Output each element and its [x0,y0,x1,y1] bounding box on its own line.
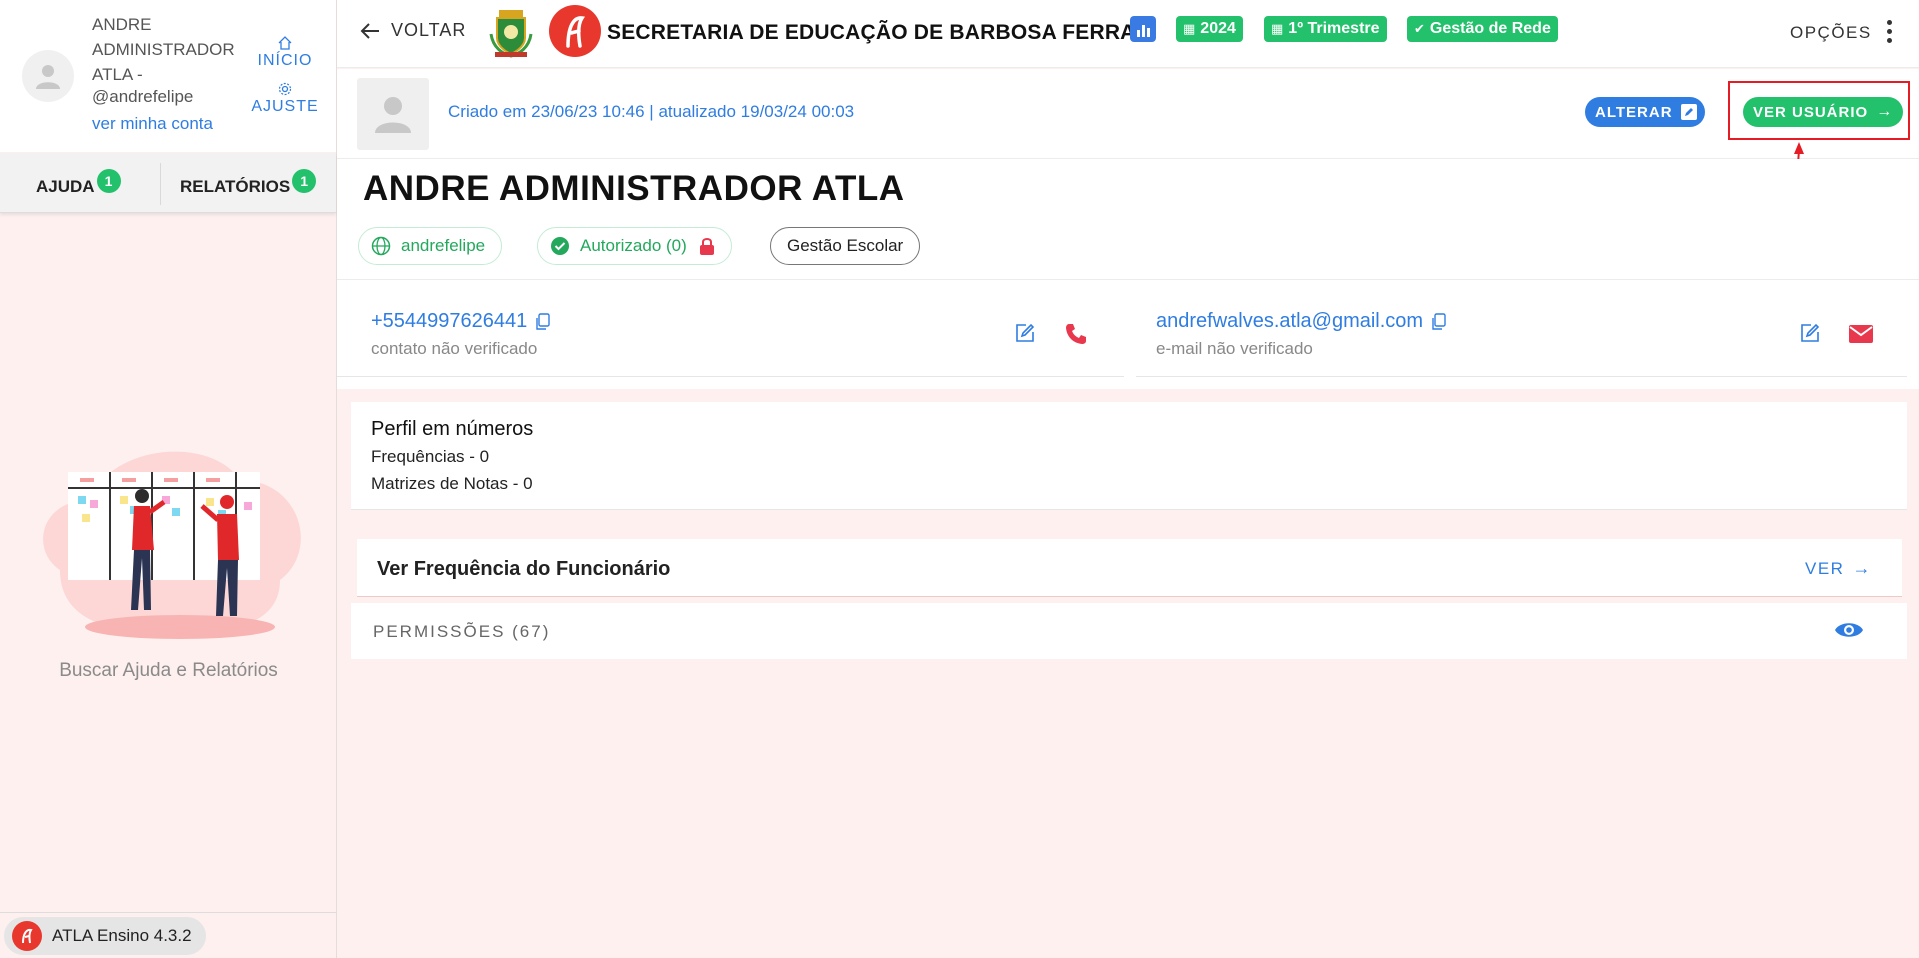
sidebar-tabs: AJUDA 1 RELATÓRIOS 1 [0,153,336,213]
user-box: ANDRE ADMINISTRADOR ATLA - @andrefelipe … [0,0,336,152]
copy-icon[interactable] [535,312,551,331]
period-chip[interactable]: ▦ 1º Trimestre [1264,16,1387,42]
page-title: SECRETARIA DE EDUCAÇÃO DE BARBOSA FERRAZ [607,21,1149,44]
municipal-crest-icon [489,10,533,58]
copy-icon[interactable] [1431,312,1447,331]
check-circle-icon: ✔ [1414,21,1425,36]
profile-header: Criado em 23/06/23 10:46 | atualizado 19… [337,69,1919,159]
arrow-right-icon: → [1852,558,1872,578]
calendar-icon: ▦ [1183,21,1196,36]
kebab-menu-icon[interactable] [1887,20,1893,46]
contact-section: +5544997626441 contato não verificado an… [337,279,1919,389]
back-button[interactable]: VOLTAR [359,20,466,41]
profile-name: ANDRE ADMINISTRADOR ATLA [363,169,905,208]
role-text: Gestão Escolar [787,236,904,255]
person-icon [375,97,411,133]
section-spacer [337,389,1919,402]
phone-status: contato não verificado [371,339,538,358]
bar-icon-1 [1136,30,1140,37]
lock-icon [699,238,714,255]
atla-logo-icon [12,921,42,951]
tab-help[interactable]: AJUDA 1 [36,169,121,197]
authorized-text: Autorizado (0) [580,236,687,255]
sidebar: ANDRE ADMINISTRADOR ATLA - @andrefelipe … [0,0,337,958]
stats-frequencies: Frequências - 0 [371,447,490,466]
eye-icon[interactable] [1834,619,1864,641]
edit-icon [1680,104,1697,120]
tab-help-badge: 1 [96,169,121,193]
phone-card: +5544997626441 contato não verificado [337,280,1124,377]
profile-identity: ANDRE ADMINISTRADOR ATLA andrefelipe Aut… [337,159,1919,279]
globe-icon [371,236,391,256]
tab-reports[interactable]: RELATÓRIOS 1 [180,169,317,197]
back-label: VOLTAR [391,20,467,40]
version-badge: ATLA Ensino 4.3.2 [4,917,206,955]
bar-icon-3 [1146,28,1150,37]
help-illustration [43,451,301,639]
home-label: INÍCIO [257,52,313,69]
attendance-view-link[interactable]: VER → [1805,558,1872,579]
username-pill[interactable]: andrefelipe [358,227,503,265]
edit-button[interactable]: ALTERAR [1585,97,1705,127]
calendar-icon: ▦ [1271,21,1284,36]
phone-icon[interactable] [1064,322,1088,346]
sidebar-divider [0,912,337,913]
profile-avatar[interactable] [357,78,429,150]
settings-label: AJUSTE [251,98,319,115]
gear-icon [250,82,320,98]
person-icon [36,65,60,89]
tab-help-label: AJUDA [36,177,95,196]
scope-label: Gestão de Rede [1429,20,1551,37]
username-text: andrefelipe [401,236,486,255]
created-updated-text: Criado em 23/06/23 10:46 | atualizado 19… [448,102,855,121]
scope-chip[interactable]: ✔ Gestão de Rede [1407,16,1558,42]
permissions-row[interactable]: PERMISSÕES (67) [351,603,1907,659]
email-address: andrefwalves.atla@gmail.com [1156,310,1424,332]
home-icon [250,36,320,52]
edit-icon[interactable] [1014,322,1036,344]
user-name: ANDRE ADMINISTRADOR ATLA - [92,15,235,84]
period-label: 1º Trimestre [1288,20,1380,37]
mail-icon[interactable] [1848,324,1874,344]
tab-divider [160,163,161,205]
phone-value[interactable]: +5544997626441 [371,310,551,333]
user-handle: @andrefelipe [92,87,194,106]
edit-icon[interactable] [1799,322,1821,344]
options-button[interactable]: OPÇÕES [1790,23,1872,43]
authorized-pill[interactable]: Autorizado (0) [537,227,732,265]
tab-reports-label: RELATÓRIOS [180,177,291,196]
atla-brand-logo [549,5,601,57]
stats-title: Perfil em números [371,418,534,440]
dashboard-chart-button[interactable] [1130,16,1156,42]
home-link[interactable]: INÍCIO [250,36,320,70]
tab-reports-badge: 1 [292,169,317,193]
check-circle-icon [551,237,569,255]
attendance-view-label: VER [1805,558,1845,578]
profile-stats: Perfil em números Frequências - 0 Matriz… [351,402,1907,510]
stats-grade-matrices: Matrizes de Notas - 0 [371,474,533,493]
settings-link[interactable]: AJUSTE [250,82,320,116]
version-label: ATLA Ensino 4.3.2 [52,926,192,945]
user-avatar[interactable] [22,50,74,102]
my-account-link[interactable]: ver minha conta [92,114,213,134]
attendance-row[interactable]: Ver Frequência do Funcionário VER → [357,539,1902,597]
email-status: e-mail não verificado [1156,339,1313,358]
bar-icon-2 [1141,25,1145,37]
permissions-label: PERMISSÕES (67) [373,622,551,641]
year-chip[interactable]: ▦ 2024 [1176,16,1243,42]
top-header: VOLTAR SECRETARIA DE EDUCAÇÃO DE BARBOSA… [337,0,1919,68]
email-value[interactable]: andrefwalves.atla@gmail.com [1156,310,1447,333]
year-label: 2024 [1200,20,1236,37]
email-card: andrefwalves.atla@gmail.com e-mail não v… [1136,280,1907,377]
role-pill[interactable]: Gestão Escolar [770,227,921,265]
arrow-left-icon [360,22,379,39]
annotation-highlight-box [1728,81,1910,140]
attendance-title: Ver Frequência do Funcionário [377,558,671,580]
edit-button-label: ALTERAR [1595,103,1673,121]
phone-number: +5544997626441 [371,310,528,332]
help-search-text[interactable]: Buscar Ajuda e Relatórios [0,660,337,682]
